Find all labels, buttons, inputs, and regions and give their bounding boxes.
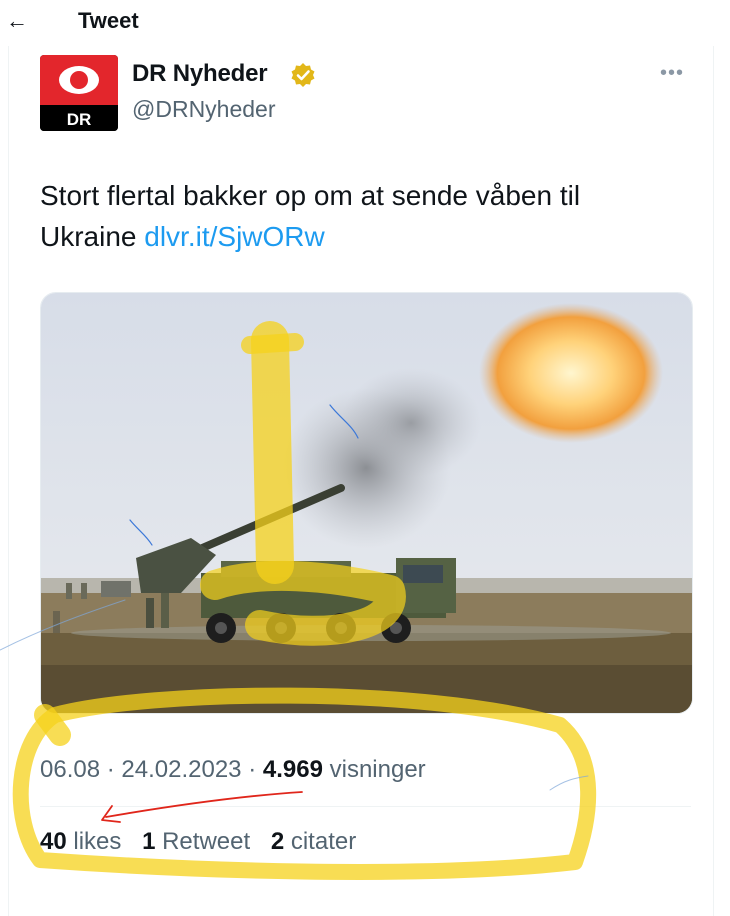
back-arrow-icon[interactable]: ← <box>6 6 28 36</box>
author-name[interactable]: DR Nyheder <box>132 60 268 88</box>
tweet-link[interactable]: dlvr.it/SjwORw <box>144 221 324 252</box>
verified-badge-icon <box>290 62 316 88</box>
retweets-stat[interactable]: 1 Retweet <box>142 828 250 855</box>
top-bar: ← Tweet <box>0 0 730 46</box>
views-label: visninger <box>329 756 426 783</box>
page-title: Tweet <box>78 8 139 33</box>
views-count: 4.969 <box>262 756 323 783</box>
retweets-label: Retweet <box>162 828 251 855</box>
quotes-label: citater <box>290 828 357 855</box>
tweet-date[interactable]: 24.02.2023 <box>121 756 241 783</box>
tweet-time[interactable]: 06.08 <box>40 756 100 783</box>
quotes-stat[interactable]: 2 citater <box>271 828 356 855</box>
quotes-count: 2 <box>270 828 285 855</box>
retweets-count: 1 <box>142 828 156 855</box>
likes-count: 40 <box>40 828 67 855</box>
likes-stat[interactable]: 40 likes <box>40 828 121 855</box>
tweet-meta: 06.08 · 24.02.2023 · 4.969 visninger <box>40 756 426 784</box>
more-options-icon[interactable]: ••• <box>660 62 684 85</box>
tweet-text: Stort flertal bakker op om at sende våbe… <box>40 175 680 257</box>
avatar[interactable]: DR <box>40 55 118 131</box>
author-handle[interactable]: @DRNyheder <box>132 96 276 123</box>
likes-label: likes <box>73 828 122 855</box>
tweet-media-photo[interactable] <box>40 292 693 714</box>
meta-separator: · <box>248 756 257 783</box>
avatar-logo-text: DR <box>67 110 92 129</box>
tweet-stats: 40 likes 1 Retweet 2 citater <box>40 828 370 856</box>
divider <box>40 806 691 807</box>
meta-separator: · <box>106 756 115 783</box>
